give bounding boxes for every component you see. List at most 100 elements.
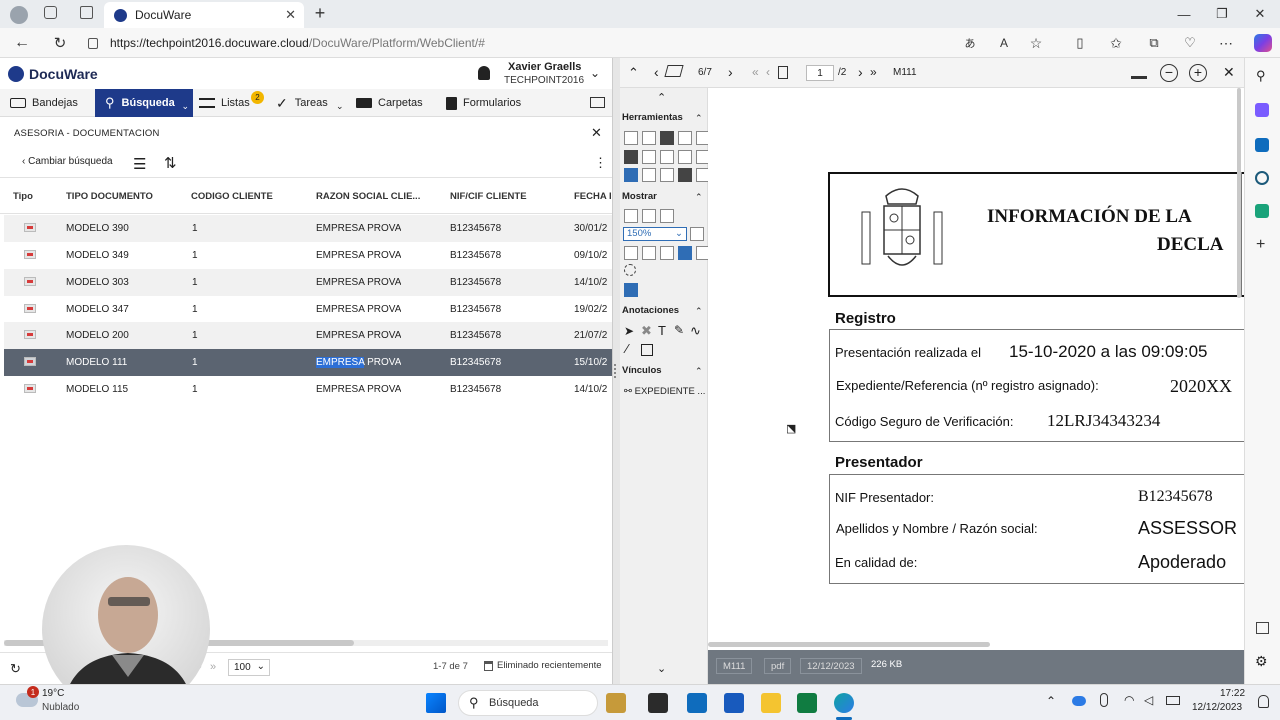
refresh-icon[interactable]: ↻ — [52, 35, 68, 52]
close-results-icon[interactable]: ✕ — [591, 125, 602, 141]
zoom-out-icon[interactable]: − — [1160, 64, 1178, 82]
browser-tab[interactable]: DocuWare ✕ — [104, 2, 304, 28]
col-razon-social[interactable]: RAZON SOCIAL CLIE... — [316, 191, 420, 202]
sidebar-bing-icon[interactable] — [1255, 103, 1269, 117]
microphone-icon[interactable] — [1100, 693, 1108, 707]
zoom-tool-icon[interactable] — [642, 150, 656, 164]
minimize-icon[interactable]: — — [1176, 6, 1192, 22]
doc-vertical-scrollbar[interactable] — [1237, 88, 1241, 298]
tab-actions-icon[interactable] — [80, 6, 93, 19]
pointer-icon[interactable]: ➤ — [624, 324, 634, 338]
nav-carpetas[interactable]: Carpetas — [356, 89, 423, 117]
section-collapse-icon[interactable]: ⌃ — [695, 113, 703, 124]
col-tipo[interactable]: Tipo — [13, 191, 33, 202]
line-icon[interactable]: ∕ — [626, 341, 628, 356]
refresh-results-icon[interactable]: ↻ — [10, 661, 21, 677]
taskbar-search[interactable]: ⚲ Búsqueda — [458, 690, 598, 716]
panel-collapse-icon[interactable]: ⌃ — [657, 91, 666, 104]
marker-icon[interactable]: ✎ — [674, 323, 684, 337]
history-icon[interactable] — [660, 168, 674, 182]
table-row[interactable]: MODELO 200 1 EMPRESA PROVA B12345678 21/… — [4, 322, 612, 349]
more-options-icon[interactable]: ⋮ — [594, 155, 607, 171]
text-icon[interactable] — [678, 150, 692, 164]
sidebar-games-icon[interactable] — [1255, 171, 1269, 185]
clock-time[interactable]: 17:22 — [1220, 688, 1245, 699]
user-name[interactable]: Xavier Graells — [508, 61, 581, 73]
next-doc-icon[interactable]: › — [728, 64, 733, 80]
layers-icon[interactable] — [664, 65, 684, 77]
erase-icon[interactable]: ✖ — [641, 323, 652, 339]
window-toggle-icon[interactable] — [590, 97, 605, 108]
notifications-icon[interactable] — [1258, 695, 1269, 708]
text-size-icon[interactable]: A — [996, 35, 1012, 51]
word-icon[interactable] — [724, 693, 744, 713]
sidebar-layout-icon[interactable] — [1256, 622, 1269, 634]
section-mostrar[interactable]: Mostrar — [622, 191, 657, 202]
find-icon[interactable] — [660, 150, 674, 164]
more-menu-icon[interactable]: ⋯ — [1218, 35, 1234, 51]
share-icon[interactable] — [678, 131, 692, 145]
splitter-grip[interactable] — [614, 364, 618, 378]
rotate-left-icon[interactable] — [642, 246, 656, 260]
table-row[interactable]: MODELO 115 1 EMPRESA PROVA B12345678 14/… — [4, 376, 612, 403]
print-icon[interactable] — [660, 131, 674, 145]
link-item[interactable]: ⚯ EXPEDIENTE ... — [624, 386, 705, 397]
stamp-tool-icon[interactable] — [678, 168, 692, 182]
wifi-icon[interactable]: ◠ — [1124, 693, 1134, 707]
panel-expand-down-icon[interactable]: ⌄ — [657, 662, 666, 675]
zoom-in-icon[interactable]: + — [1189, 64, 1207, 82]
next-page-icon[interactable]: › — [858, 64, 863, 80]
document-view[interactable]: INFORMACIÓN DE LA DECLA Registro Present… — [708, 88, 1244, 650]
outlook-icon[interactable] — [687, 693, 707, 713]
section-anotaciones[interactable]: Anotaciones — [622, 305, 679, 316]
clock-date[interactable]: 12/12/2023 — [1192, 702, 1242, 713]
excel-icon[interactable] — [797, 693, 817, 713]
viewer-page-input[interactable]: 1 — [806, 65, 834, 81]
nav-bandejas[interactable]: Bandejas — [10, 89, 78, 117]
volume-icon[interactable]: ◁ — [1144, 693, 1153, 707]
prev-page-icon[interactable]: ‹ — [766, 65, 770, 79]
back-icon[interactable]: ← — [14, 34, 30, 51]
url-field[interactable]: https://techpoint2016.docuware.cloud /Do… — [88, 32, 988, 54]
user-menu-chevron-icon[interactable]: ⌄ — [590, 66, 600, 80]
task-view-icon[interactable] — [648, 693, 668, 713]
stamp-icon[interactable] — [1131, 65, 1147, 79]
split-screen-icon[interactable]: ▯ — [1072, 35, 1088, 51]
table-row[interactable]: MODELO 303 1 EMPRESA PROVA B12345678 14/… — [4, 269, 612, 296]
file-explorer-icon[interactable] — [761, 693, 781, 713]
collections-icon[interactable]: ⧉ — [1146, 35, 1162, 51]
doc-horizontal-scrollbar[interactable] — [708, 642, 990, 647]
close-window-icon[interactable]: ✕ — [1252, 6, 1268, 22]
notification-bell-icon[interactable] — [478, 66, 490, 80]
profile-avatar-icon[interactable] — [10, 6, 28, 24]
chevron-down-icon[interactable]: ⌄ — [181, 101, 189, 112]
tareas-chevron-icon[interactable]: ⌄ — [336, 101, 344, 112]
select-tool-icon[interactable] — [678, 246, 692, 260]
thumbnail-icon[interactable] — [624, 246, 638, 260]
favorites-icon[interactable]: ✩ — [1108, 35, 1124, 51]
last-page-icon[interactable]: » — [210, 661, 216, 673]
first-page-icon[interactable]: « — [752, 65, 759, 79]
zoom-area-icon[interactable] — [690, 227, 704, 241]
table-row[interactable]: MODELO 349 1 EMPRESA PROVA B12345678 09/… — [4, 242, 612, 269]
rotate-right-icon[interactable] — [660, 246, 674, 260]
table-row-selected[interactable]: MODELO 111 1 EMPRESA PROVA B12345678 15/… — [4, 349, 612, 376]
copilot-icon[interactable] — [1254, 34, 1272, 52]
restore-icon[interactable]: ❐ — [1214, 6, 1230, 22]
page-thumb-icon[interactable] — [778, 66, 788, 79]
sidebar-search-icon[interactable]: ⚲ — [1256, 68, 1266, 84]
close-tab-icon[interactable]: ✕ — [285, 7, 296, 23]
sidebar-outlook-icon[interactable] — [1255, 138, 1269, 152]
sidebar-add-icon[interactable]: + — [1256, 236, 1265, 254]
zoom-select[interactable]: 150% ⌄ — [623, 227, 687, 241]
nav-formularios[interactable]: Formularios — [446, 89, 521, 117]
rectangle-icon[interactable] — [641, 344, 653, 356]
list-view-icon[interactable]: ☰ — [133, 155, 146, 173]
prev-doc-icon[interactable]: ‹ — [654, 64, 659, 80]
edit-icon[interactable] — [642, 131, 656, 145]
table-row[interactable]: MODELO 347 1 EMPRESA PROVA B12345678 19/… — [4, 296, 612, 323]
section-collapse-icon[interactable]: ⌃ — [695, 192, 703, 203]
file-icon[interactable] — [642, 168, 656, 182]
col-nif-cif[interactable]: NIF/CIF CLIENTE — [450, 191, 527, 202]
tray-chevron-icon[interactable]: ⌃ — [1046, 694, 1056, 708]
